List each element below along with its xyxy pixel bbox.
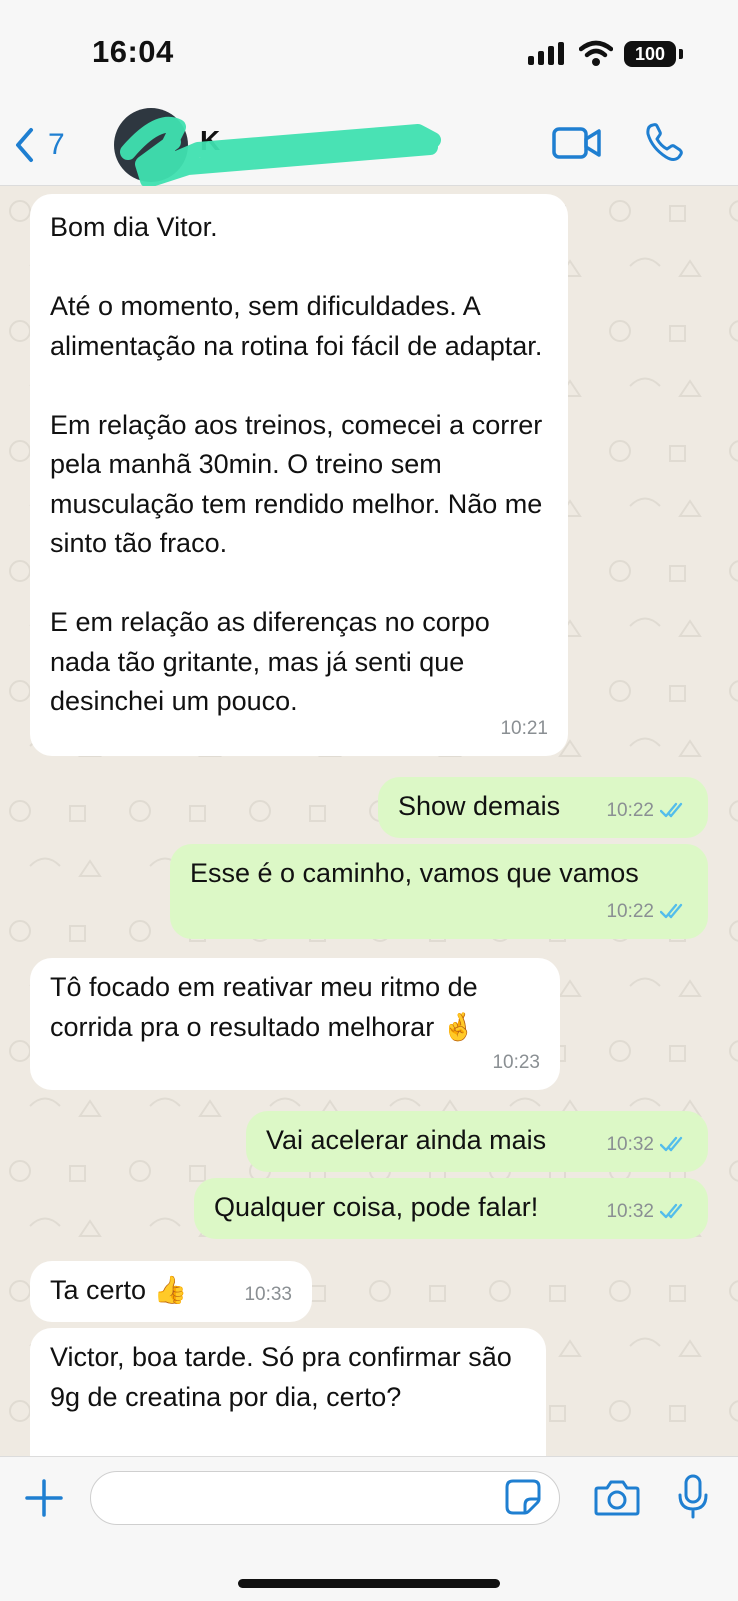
read-receipt-icon [660,1204,683,1219]
message-incoming[interactable]: Victor, boa tarde. Só pra confirmar são … [30,1328,546,1456]
read-receipt-icon [660,1137,683,1152]
message-outgoing[interactable]: Vai acelerar ainda mais 10:32 [246,1111,708,1172]
read-receipt-icon [660,904,683,919]
microphone-icon[interactable] [677,1474,709,1520]
video-call-icon[interactable] [552,126,602,160]
phone-icon[interactable] [644,121,684,163]
message-time: 10:32 [606,1192,688,1232]
status-time: 16:04 [92,34,174,69]
message-time: 10:23 [492,1051,540,1073]
message-composer [0,1456,738,1601]
message-text: Esse é o caminho, vamos que vamos [190,858,639,888]
battery-indicator: 100 [624,41,676,67]
message-incoming[interactable]: Tô focado em reativar meu ritmo de corri… [30,958,560,1090]
message-text: Victor, boa tarde. Só pra confirmar são … [50,1342,520,1412]
message-time: 10:22 [606,791,688,831]
message-text: Tô focado em reativar meu ritmo de corri… [50,972,486,1042]
message-text: Bom dia Vitor. Até o momento, sem dificu… [50,212,543,716]
message-time: 10:21 [500,717,548,739]
message-time: 10:32 [606,1125,688,1165]
message-input[interactable] [90,1471,560,1525]
redaction-scribble [120,116,441,187]
message-time: 10:22 [606,892,688,932]
sticker-icon[interactable] [505,1479,541,1515]
camera-icon[interactable] [594,1480,640,1516]
wifi-icon [579,40,613,66]
plus-icon[interactable] [24,1478,64,1518]
back-button[interactable]: 7 [14,123,65,167]
message-outgoing[interactable]: Esse é o caminho, vamos que vamos 10:22 [170,844,708,939]
status-bar: 16:04 100 [0,0,738,105]
cellular-signal-icon [528,42,564,65]
message-time: 10:33 [244,1283,292,1305]
message-outgoing[interactable]: Qualquer coisa, pode falar! 10:32 [194,1178,708,1239]
message-outgoing[interactable]: Show demais 10:22 [378,777,708,838]
battery-cap [679,49,683,59]
message-incoming[interactable]: Ta certo 👍 10:33 [30,1261,312,1322]
unread-count: 7 [48,128,65,161]
chat-messages[interactable]: Bom dia Vitor. Até o momento, sem dificu… [0,186,738,1456]
back-chevron-icon [16,128,33,162]
read-receipt-icon [660,803,683,818]
message-incoming[interactable]: Bom dia Vitor. Até o momento, sem dificu… [30,194,568,756]
home-indicator [238,1579,500,1588]
